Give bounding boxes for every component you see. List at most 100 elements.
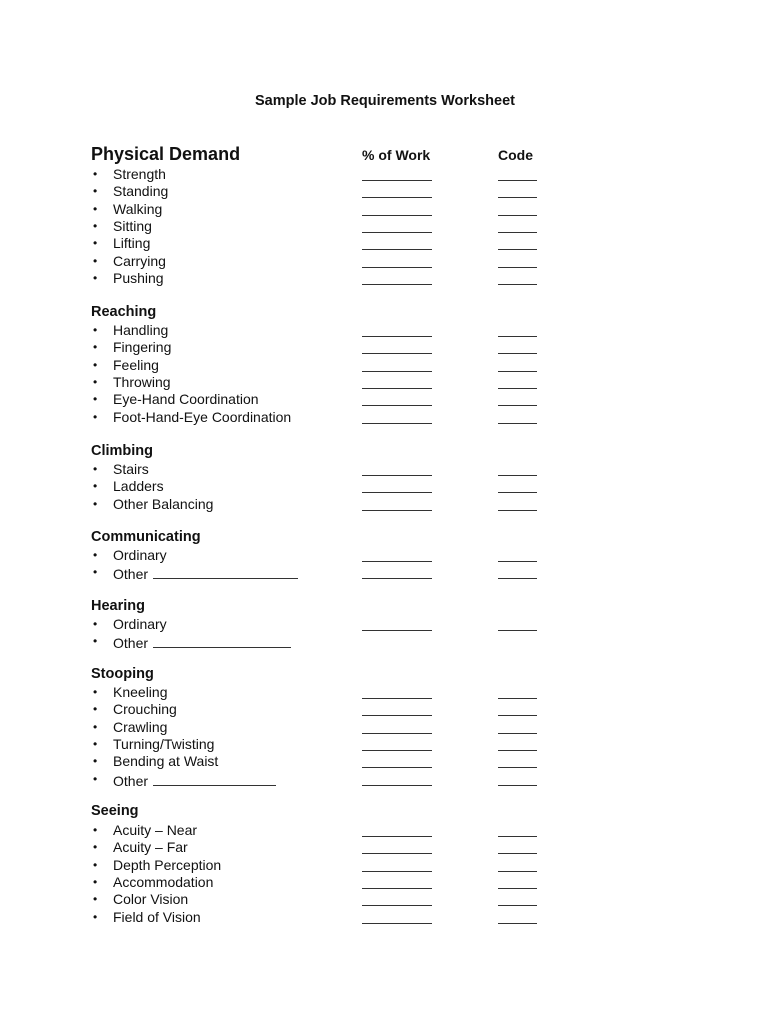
percent-of-work-field[interactable] xyxy=(362,249,432,251)
percent-of-work-field[interactable] xyxy=(362,853,432,855)
code-field[interactable] xyxy=(498,767,537,769)
percent-of-work-field[interactable] xyxy=(362,387,432,389)
bullet-icon: • xyxy=(93,167,98,181)
bullet-icon: • xyxy=(93,548,98,562)
code-field[interactable] xyxy=(498,870,537,872)
percent-of-work-field[interactable] xyxy=(362,197,432,199)
code-field[interactable] xyxy=(498,836,537,837)
percent-of-work-field[interactable] xyxy=(362,283,432,285)
item-label: Ordinary xyxy=(113,616,167,632)
percent-of-work-field[interactable] xyxy=(362,231,432,233)
bullet-icon: • xyxy=(93,323,98,337)
item-label: Throwing xyxy=(113,373,171,390)
bullet-icon: • xyxy=(93,565,98,580)
item-label: Other Balancing xyxy=(113,495,214,512)
percent-of-work-field[interactable] xyxy=(362,578,432,580)
percent-of-work-field[interactable] xyxy=(362,767,432,769)
percent-of-work-field[interactable] xyxy=(362,698,432,699)
code-field[interactable] xyxy=(498,922,537,924)
bullet-icon: • xyxy=(93,236,98,251)
code-field[interactable] xyxy=(498,492,537,494)
item-label: Stairs xyxy=(113,461,149,477)
code-field[interactable] xyxy=(498,749,537,751)
code-field[interactable] xyxy=(498,387,537,389)
percent-of-work-field[interactable] xyxy=(362,180,432,181)
item-label: Feeling xyxy=(113,356,159,373)
bullet-icon: • xyxy=(93,685,98,699)
bullet-icon: • xyxy=(93,218,98,233)
code-field[interactable] xyxy=(498,214,537,216)
code-field[interactable] xyxy=(498,887,537,889)
code-field[interactable] xyxy=(498,853,537,855)
item-label: Lifting xyxy=(113,235,151,252)
percent-of-work-field[interactable] xyxy=(362,561,432,562)
section-title: Climbing xyxy=(91,443,154,459)
code-field[interactable] xyxy=(498,578,537,580)
item-label: Acuity – Near xyxy=(113,822,198,838)
percent-of-work-field[interactable] xyxy=(362,870,432,872)
bullet-icon: • xyxy=(93,702,98,717)
code-field[interactable] xyxy=(498,336,537,337)
code-field[interactable] xyxy=(498,630,537,631)
percent-of-work-field[interactable] xyxy=(362,353,432,355)
code-field[interactable] xyxy=(498,353,537,355)
code-field[interactable] xyxy=(498,197,537,199)
item-label: Fingering xyxy=(113,339,172,356)
code-field[interactable] xyxy=(498,180,537,181)
percent-of-work-field[interactable] xyxy=(362,630,432,631)
code-field[interactable] xyxy=(498,475,537,476)
bullet-icon: • xyxy=(93,201,98,216)
percent-of-work-field[interactable] xyxy=(362,214,432,216)
item-label: Crawling xyxy=(113,718,168,735)
item-label: Strength xyxy=(113,166,166,182)
item-label: Ladders xyxy=(113,478,164,495)
percent-of-work-field[interactable] xyxy=(362,749,432,751)
other-specify-field[interactable] xyxy=(153,771,277,786)
code-field[interactable] xyxy=(498,715,537,717)
code-field[interactable] xyxy=(498,784,537,786)
percent-of-work-field[interactable] xyxy=(362,922,432,924)
item-label: Bending at Waist xyxy=(113,753,219,770)
code-field[interactable] xyxy=(498,561,537,562)
item-label: Walking xyxy=(113,200,163,217)
item-label: Accommodation xyxy=(113,873,214,890)
code-field[interactable] xyxy=(498,370,537,372)
percent-of-work-field[interactable] xyxy=(362,715,432,717)
code-field[interactable] xyxy=(498,249,537,251)
percent-of-work-field[interactable] xyxy=(362,422,432,424)
percent-of-work-field[interactable] xyxy=(362,784,432,786)
percent-of-work-field[interactable] xyxy=(362,336,432,337)
item-label: Eye-Hand Coordination xyxy=(113,391,259,408)
code-field[interactable] xyxy=(498,405,537,407)
percent-of-work-field[interactable] xyxy=(362,475,432,476)
bullet-icon: • xyxy=(93,719,98,734)
percent-of-work-field[interactable] xyxy=(362,509,432,511)
item-label: Handling xyxy=(113,322,169,338)
code-field[interactable] xyxy=(498,422,537,424)
section-title: Communicating xyxy=(91,529,201,545)
code-field[interactable] xyxy=(498,266,537,268)
other-specify-field[interactable] xyxy=(153,564,299,580)
code-field[interactable] xyxy=(498,509,537,511)
percent-of-work-field[interactable] xyxy=(362,370,432,372)
other-specify-field[interactable] xyxy=(153,633,292,649)
percent-of-work-field[interactable] xyxy=(362,836,432,837)
percent-of-work-field[interactable] xyxy=(362,732,432,734)
percent-of-work-field[interactable] xyxy=(362,405,432,407)
bullet-icon: • xyxy=(93,754,98,769)
section-title: Physical Demand xyxy=(91,144,241,164)
item-label: Other xyxy=(113,635,149,652)
code-field[interactable] xyxy=(498,231,537,233)
bullet-icon: • xyxy=(93,634,98,649)
percent-of-work-field[interactable] xyxy=(362,887,432,889)
bullet-icon: • xyxy=(93,892,98,907)
code-field[interactable] xyxy=(498,905,537,907)
percent-of-work-field[interactable] xyxy=(362,266,432,268)
code-field[interactable] xyxy=(498,698,537,699)
code-field[interactable] xyxy=(498,283,537,285)
percent-of-work-field[interactable] xyxy=(362,492,432,494)
code-field[interactable] xyxy=(498,732,537,734)
percent-of-work-field[interactable] xyxy=(362,905,432,907)
bullet-icon: • xyxy=(93,340,98,355)
bullet-icon: • xyxy=(93,253,98,268)
